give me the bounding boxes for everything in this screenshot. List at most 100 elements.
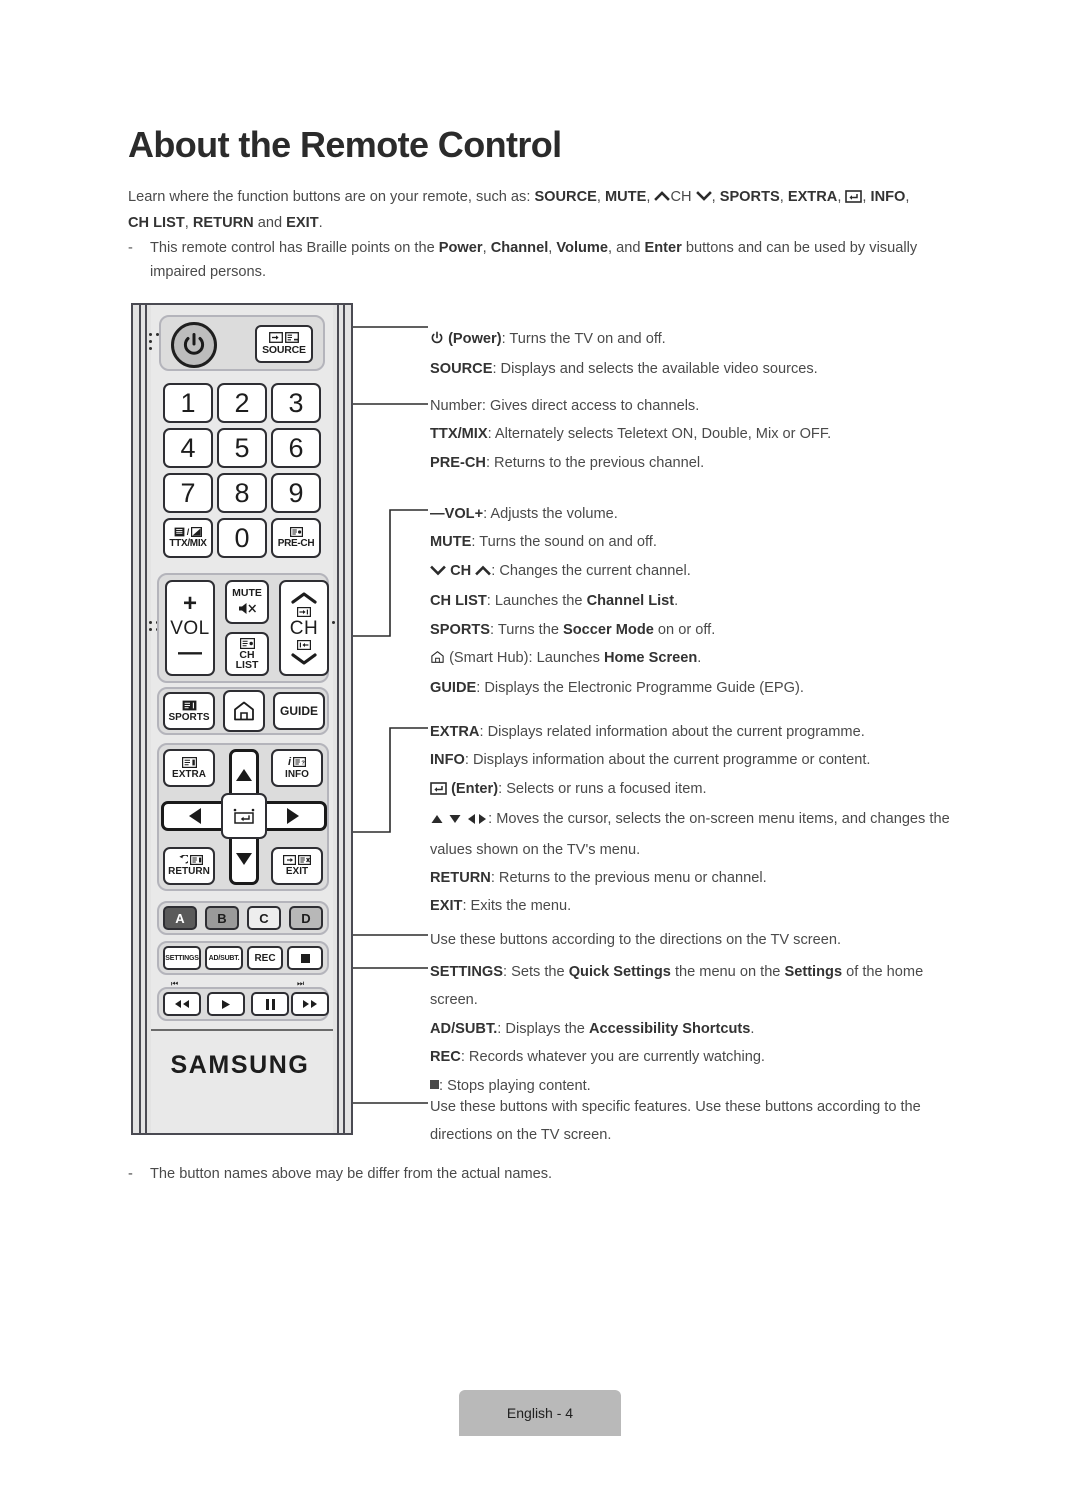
fast-forward-icon [303,1000,317,1008]
stop-button[interactable] [287,946,323,970]
power-button[interactable] [171,322,217,368]
desc-number: Number: Gives direct access to channels. [430,392,950,420]
bullet-text: This remote control has Braille points o… [150,240,918,280]
desc-sports-bold: Soccer Mode [563,621,654,638]
channel-list-button[interactable]: CH LIST [225,632,269,676]
desc-channel-label: CH [450,562,472,579]
key-7-label: 7 [180,477,196,508]
desc-ttx-label: TTX/MIX [430,426,488,443]
sports-button[interactable]: SPORTS [163,692,215,730]
desc-chlist: CH LIST: Launches the Channel List. [430,587,950,615]
bullet-channel: Channel [490,240,549,256]
key-6[interactable]: 6 [271,428,321,468]
intro-lead: Learn where the function buttons are on … [128,189,535,205]
ad-subt-button[interactable]: AD/SUBT. [205,946,243,970]
dpad-down-button[interactable] [229,833,259,885]
volume-rocker[interactable]: + VOL — [165,580,215,676]
desc-enter: (Enter): Selects or runs a focused item. [430,775,950,805]
desc-group-power-source: (Power): Turns the TV on and off. SOURCE… [430,325,950,384]
desc-chlist-pre: : Launches the [486,593,587,610]
arrow-down-icon-inline [448,807,462,835]
desc-mute: MUTE: Turns the sound on and off. [430,528,950,556]
mute-label: MUTE [232,586,262,599]
desc-mute-label: MUTE [430,534,472,551]
desc-volume-label: VOL [444,506,475,522]
desc-return-label: RETURN [430,870,491,887]
key-2-label: 2 [234,387,250,418]
dpad-right-button[interactable] [259,801,327,831]
key-9-label: 9 [288,477,304,508]
desc-source-label: SOURCE [430,361,493,378]
volume-label: VOL [170,617,210,639]
key-4[interactable]: 4 [163,428,213,468]
colour-button-d[interactable]: D [289,906,323,930]
remote-edge-line-3 [337,303,339,1135]
desc-channel-text: : Changes the current channel. [491,562,691,579]
key-ttx-mix-label: TTX/MIX [169,538,207,549]
page-footnote: - The button names above may be differ f… [128,1162,933,1186]
key-0[interactable]: 0 [217,518,267,558]
key-8[interactable]: 8 [217,473,267,513]
colour-button-c[interactable]: C [247,906,281,930]
desc-rec: REC: Records whatever you are currently … [430,1043,950,1071]
desc-playback: Use these buttons with specific features… [430,1099,921,1144]
desc-sports-post: on or off. [653,621,716,638]
desc-group-colour: Use these buttons according to the direc… [430,926,950,954]
arrow-left-icon [189,808,201,824]
power-icon [183,333,205,355]
svg-text:?: ? [301,760,305,766]
previous-channel-icon [289,527,303,537]
desc-sports-pre: : Turns the [490,621,564,638]
rec-label: REC [254,952,276,964]
fast-forward-button[interactable] [291,992,329,1016]
key-ttx-mix[interactable]: / TTX/MIX [163,518,213,558]
dpad-enter-button[interactable] [221,793,267,839]
desc-adsubt: AD/SUBT.: Displays the Accessibility Sho… [430,1015,950,1043]
desc-smarthub-label: (Smart Hub) [449,650,529,667]
channel-rocker[interactable]: CH [279,580,329,676]
rec-button[interactable]: REC [247,946,283,970]
desc-source-text: : Displays and selects the available vid… [492,361,818,378]
intro-ch: CH [670,189,692,205]
desc-stop-text: : Stops playing content. [439,1077,591,1094]
intro-return: RETURN [192,215,254,231]
key-1[interactable]: 1 [163,383,213,423]
desc-prech-text: : Returns to the previous channel. [485,454,705,471]
dpad-left-button[interactable] [161,801,229,831]
teletext-icon: / [174,527,203,537]
desc-rec-text: : Records whatever you are currently wat… [460,1049,765,1066]
source-button[interactable]: SOURCE [255,325,313,363]
desc-info: INFO: Displays information about the cur… [430,746,950,774]
key-0-label: 0 [234,522,250,553]
smart-hub-button[interactable] [223,690,265,732]
key-2[interactable]: 2 [217,383,267,423]
enter-icon-inline [430,777,447,805]
guide-button[interactable]: GUIDE [273,692,325,730]
desc-guide-text: : Displays the Electronic Programme Guid… [476,680,804,697]
rewind-button[interactable] [163,992,201,1016]
key-pre-ch[interactable]: PRE-CH [271,518,321,558]
key-7[interactable]: 7 [163,473,213,513]
desc-volume-minus-icon: — [430,506,445,522]
skip-backward-icon: ⏮ [171,979,178,988]
colour-b-label: B [217,910,227,926]
intro-bullet: - This remote control has Braille points… [128,236,933,284]
key-9[interactable]: 9 [271,473,321,513]
key-5[interactable]: 5 [217,428,267,468]
desc-return-text: : Returns to the previous menu or channe… [490,870,767,887]
home-icon [234,701,254,721]
mute-button[interactable]: MUTE [225,580,269,624]
play-button[interactable] [207,992,245,1016]
desc-adsubt-label: AD/SUBT. [430,1020,498,1037]
colour-button-a[interactable]: A [163,906,197,930]
pause-button[interactable] [251,992,289,1016]
key-3[interactable]: 3 [271,383,321,423]
settings-button[interactable]: SETTINGS [163,946,201,970]
sports-label: SPORTS [168,711,210,723]
footnote-text: The button names above may be differ fro… [150,1166,553,1182]
key-1-label: 1 [180,387,196,418]
ad-subt-label: AD/SUBT. [208,954,240,962]
source-label: SOURCE [262,344,306,357]
colour-button-b[interactable]: B [205,906,239,930]
mute-icon [239,603,257,615]
